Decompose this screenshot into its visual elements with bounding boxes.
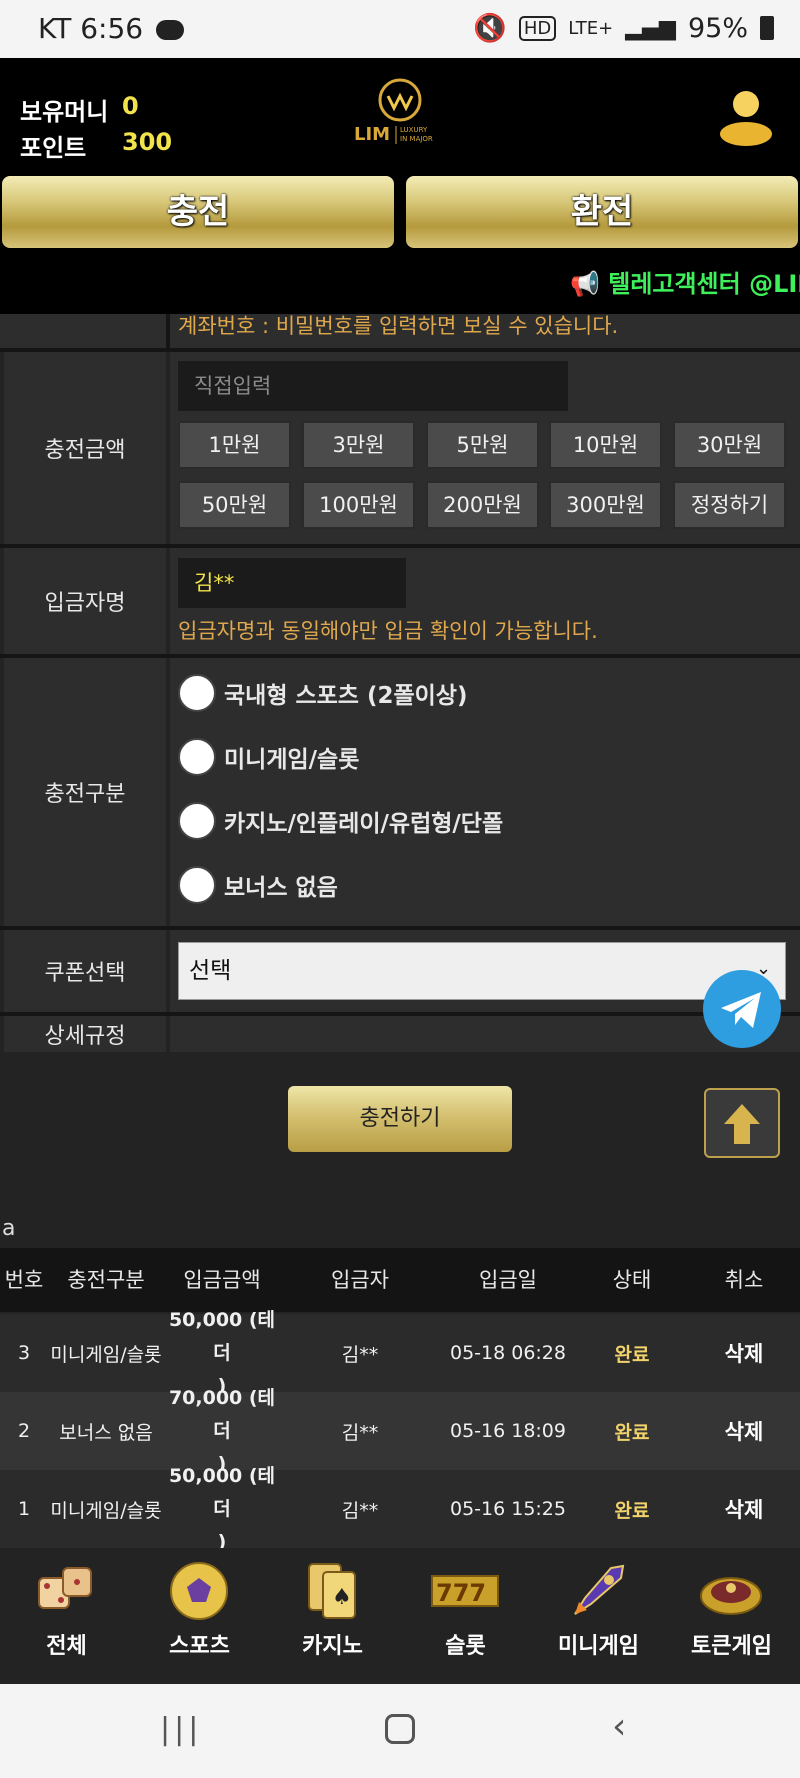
radio-button[interactable] xyxy=(178,674,216,712)
table-row: 2 보너스 없음 70,000 (테더) 김** 05-16 18:09 완료 … xyxy=(0,1387,800,1475)
site-logo[interactable]: LIM LUXURY IN MAJOR xyxy=(352,74,448,154)
table-row: 1 미니게임/슬롯 50,000 (테더) 김** 05-16 15:25 완료… xyxy=(0,1465,800,1553)
nav-item-token-game[interactable]: 토큰게임 xyxy=(665,1548,798,1684)
amount-reset-button[interactable]: 정정하기 xyxy=(673,481,786,529)
delete-button[interactable]: 삭제 xyxy=(688,1314,800,1392)
depositor-warning: 입금자명과 동일해야만 입금 확인이 가능합니다. xyxy=(178,619,598,643)
carrier-time: KT 6:56 xyxy=(38,12,184,45)
nav-item-sports[interactable]: 스포츠 xyxy=(133,1548,266,1684)
telegram-marquee[interactable]: 📢 텔레고객센터 @LIM xyxy=(570,264,800,299)
status-badge: 완료 xyxy=(614,1421,650,1444)
amount-button-300k[interactable]: 30만원 xyxy=(673,421,786,469)
cloud-icon xyxy=(155,20,184,40)
recent-apps-icon[interactable]: ||| xyxy=(160,1712,202,1747)
amount-button-1m[interactable]: 100만원 xyxy=(302,481,415,529)
hd-icon: HD xyxy=(518,15,557,41)
svg-text:IN MAJOR: IN MAJOR xyxy=(400,135,433,143)
header-date: 입금일 xyxy=(479,1268,537,1292)
tab-charge[interactable]: 충전 xyxy=(2,176,394,248)
account-note: 계좌번호 : 비밀번호를 입력하면 보실 수 있습니다. xyxy=(178,314,619,338)
delete-button[interactable]: 삭제 xyxy=(688,1470,800,1548)
svg-text:777: 777 xyxy=(436,1579,486,1607)
charge-type-option-sports[interactable]: 국내형 스포츠 (2폴이상) xyxy=(178,674,467,712)
radio-button[interactable] xyxy=(178,802,216,840)
table-header: 번호 충전구분 입금금액 입금자 입금일 상태 취소 xyxy=(0,1248,800,1312)
coupon-label: 쿠폰선택 xyxy=(4,930,166,1012)
status-bar: KT 6:56 🔇 HD LTE+ ▂▄▆ 95% xyxy=(0,0,800,58)
amount-button-3m[interactable]: 300만원 xyxy=(549,481,662,529)
coupon-select[interactable]: 선택 xyxy=(178,942,786,1000)
slot-777-icon: 777 xyxy=(431,1575,499,1607)
header-no: 번호 xyxy=(4,1268,44,1292)
mute-icon: 🔇 xyxy=(473,13,507,44)
status-badge: 완료 xyxy=(614,1499,650,1522)
system-nav-bar: ||| ‹ xyxy=(0,1684,800,1778)
battery-text: 95% xyxy=(687,12,748,44)
charge-type-option-minigame[interactable]: 미니게임/슬롯 xyxy=(178,738,359,776)
nav-item-minigame[interactable]: 미니게임 xyxy=(532,1548,665,1684)
point-label: 포인트 xyxy=(20,134,87,162)
tab-exchange[interactable]: 환전 xyxy=(406,176,798,248)
point-value: 300 xyxy=(122,128,173,156)
telegram-button[interactable] xyxy=(703,970,781,1048)
playing-cards-icon: ♠ xyxy=(308,1563,356,1619)
svg-text:LUXURY: LUXURY xyxy=(400,126,428,134)
amount-button-30k[interactable]: 3만원 xyxy=(302,421,415,469)
back-icon[interactable]: ‹ xyxy=(612,1706,626,1747)
header-depositor: 입금자 xyxy=(331,1268,389,1292)
network-label: LTE+ xyxy=(568,17,614,39)
charge-type-option-casino[interactable]: 카지노/인플레이/유럽형/단폴 xyxy=(178,802,503,840)
charge-type-option-no-bonus[interactable]: 보너스 없음 xyxy=(178,866,338,904)
home-icon[interactable] xyxy=(385,1714,415,1744)
amount-button-500k[interactable]: 50만원 xyxy=(178,481,291,529)
header-status: 상태 xyxy=(612,1268,652,1292)
user-profile-icon[interactable] xyxy=(718,88,774,148)
table-caption: a xyxy=(2,1216,16,1241)
depositor-label: 입금자명 xyxy=(4,548,166,654)
dice-icon xyxy=(38,1567,92,1609)
status-icons: 🔇 HD LTE+ ▂▄▆ 95% xyxy=(473,12,774,44)
logo-mark-icon: LIM LUXURY IN MAJOR xyxy=(354,78,433,145)
account-note-row: 계좌번호 : 비밀번호를 입력하면 보실 수 있습니다. xyxy=(0,314,800,348)
amount-label: 충전금액 xyxy=(4,352,166,544)
roulette-icon xyxy=(700,1577,762,1615)
header-cancel: 취소 xyxy=(724,1268,764,1292)
header-amount: 입금금액 xyxy=(183,1268,261,1292)
nav-item-slot[interactable]: 777 슬롯 xyxy=(399,1548,532,1684)
rules-label: 상세규정 xyxy=(4,1016,166,1052)
nav-item-all[interactable]: 전체 xyxy=(0,1548,133,1684)
submit-charge-button[interactable]: 충전하기 xyxy=(288,1086,512,1152)
arrow-up-icon xyxy=(724,1104,760,1144)
radio-button[interactable] xyxy=(178,738,216,776)
rocket-icon xyxy=(574,1564,625,1615)
nav-item-casino[interactable]: ♠ 카지노 xyxy=(266,1548,399,1684)
column-divider xyxy=(166,314,170,348)
soccer-ball-icon xyxy=(170,1562,228,1620)
money-label: 보유머니 xyxy=(20,98,109,126)
svg-text:LIM: LIM xyxy=(354,124,390,145)
radio-button[interactable] xyxy=(178,866,216,904)
amount-button-10k[interactable]: 1만원 xyxy=(178,421,291,469)
svg-text:♠: ♠ xyxy=(332,1585,352,1610)
telegram-icon xyxy=(721,992,761,1028)
amount-button-100k[interactable]: 10만원 xyxy=(549,421,662,469)
battery-icon xyxy=(760,16,774,40)
amount-input[interactable]: 직접입력 xyxy=(178,361,568,411)
bottom-nav: 전체 스포츠 ♠ 카지노 777 슬롯 미니게임 토큰게임 xyxy=(0,1548,800,1684)
scroll-top-button[interactable] xyxy=(704,1088,780,1158)
amount-button-50k[interactable]: 5만원 xyxy=(426,421,539,469)
depositor-input[interactable]: 김** xyxy=(178,558,406,608)
signal-icon: ▂▄▆ xyxy=(625,15,676,41)
charge-type-label: 충전구분 xyxy=(4,658,166,926)
amount-button-2m[interactable]: 200만원 xyxy=(426,481,539,529)
header-type: 충전구분 xyxy=(67,1268,145,1292)
delete-button[interactable]: 삭제 xyxy=(688,1392,800,1470)
money-value: 0 xyxy=(122,92,139,120)
table-row: 3 미니게임/슬롯 50,000 (테더) 김** 05-18 06:28 완료… xyxy=(0,1309,800,1397)
status-badge: 완료 xyxy=(614,1343,650,1366)
